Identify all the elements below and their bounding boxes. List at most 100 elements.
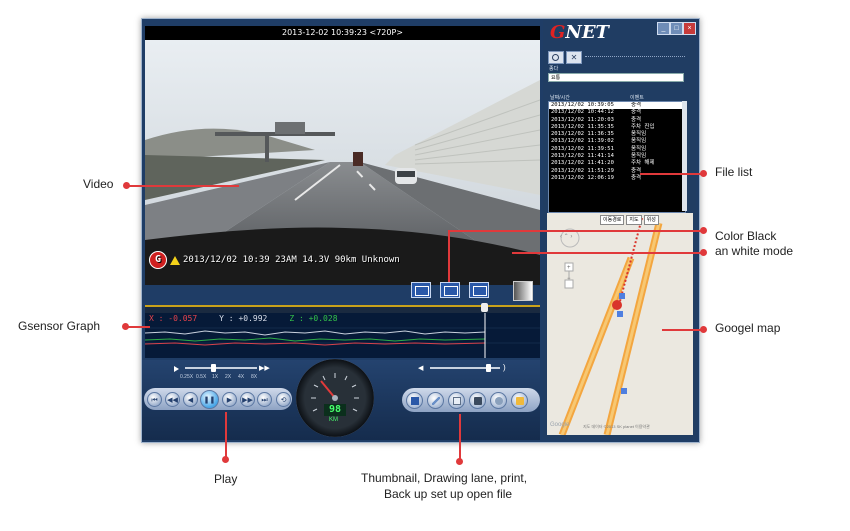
file-row[interactable]: 2013/12/02 11:39:02 움직임 <box>549 138 685 145</box>
lane-icon <box>432 397 440 405</box>
step-back-button[interactable]: ◀ <box>183 392 198 407</box>
brand-logo: GNET <box>550 22 609 43</box>
speed-slider[interactable] <box>185 367 257 369</box>
callout-file-list: File list <box>715 165 753 179</box>
callout-line <box>448 230 704 232</box>
gsensor-y-line <box>145 330 486 336</box>
file-row[interactable]: 2013/12/02 11:35:35 주차 진입 <box>549 124 685 131</box>
toolbar-divider <box>585 56 685 57</box>
backup-button[interactable] <box>469 392 486 409</box>
map-pan-control[interactable]: ‹ ⌃ › <box>560 233 572 240</box>
callout-line <box>459 414 461 459</box>
minimize-button[interactable]: _ <box>657 22 670 35</box>
close-button[interactable]: × <box>683 22 696 35</box>
map-watermark: Google <box>550 422 570 428</box>
callout-video: Video <box>83 177 114 191</box>
map-options: 이동경로 지도 위성 <box>600 215 659 225</box>
previous-button[interactable]: ◀◀ <box>165 392 180 407</box>
open-file-button[interactable] <box>511 392 528 409</box>
speed-needle <box>320 380 336 399</box>
callout-line <box>129 185 239 187</box>
volume-handle[interactable] <box>486 364 491 372</box>
callout-line <box>512 252 704 254</box>
next-button[interactable]: ▶▶ <box>240 392 255 407</box>
delete-tool-button[interactable]: ✕ <box>566 51 582 64</box>
callout-color-mode-line2: an white mode <box>715 244 794 258</box>
print-button[interactable] <box>448 392 465 409</box>
speed-label: 8X <box>251 374 258 380</box>
skip-end-button[interactable]: ⏭ <box>257 392 272 407</box>
play-button[interactable]: ▶ <box>222 392 237 407</box>
search-input[interactable]: 요통 <box>548 73 684 82</box>
color-mode-button[interactable] <box>513 281 533 301</box>
repeat-button[interactable]: ⟲ <box>276 392 291 407</box>
gear-icon <box>495 397 503 405</box>
speed-label: 2X <box>225 374 232 380</box>
gnet-logo-icon: G <box>149 251 167 269</box>
maximize-button[interactable]: □ <box>670 22 683 35</box>
speed-slider-handle[interactable] <box>211 364 216 372</box>
speed-label: 1X <box>212 374 219 380</box>
file-list[interactable]: 2013/12/02 10:39:05 충격 2013/12/02 10:44:1… <box>548 101 686 213</box>
speed-label: 0.25X <box>180 374 194 380</box>
callout-dot <box>700 227 707 234</box>
thumbnail-button[interactable] <box>406 392 423 409</box>
speed-play-icon <box>174 366 179 372</box>
file-row[interactable]: 2013/12/02 11:20:03 충격 <box>549 117 685 124</box>
callout-line <box>662 329 702 331</box>
timeline-handle[interactable] <box>481 303 488 312</box>
file-row[interactable]: 2013/12/02 11:36:35 움직임 <box>549 131 685 138</box>
drawing-lane-button[interactable] <box>427 392 444 409</box>
video-title-bar: 2013-12-02 10:39:23 <720P> <box>145 26 540 40</box>
setup-button[interactable] <box>490 392 507 409</box>
save-icon <box>474 397 482 405</box>
zoom-in-button[interactable]: + <box>567 265 571 271</box>
file-row[interactable]: 2013/12/02 12:06:19 충격 <box>549 175 685 182</box>
column-datetime[interactable]: 날짜/시간 <box>550 94 570 101</box>
file-row[interactable]: 2013/12/02 11:41:20 주차 해제 <box>549 160 685 167</box>
layout-pip-button[interactable] <box>469 282 489 298</box>
file-row[interactable]: 2013/12/02 10:44:12 충격 <box>549 109 685 116</box>
warning-icon <box>170 255 180 265</box>
callout-tools-line1: Thumbnail, Drawing lane, print, <box>361 471 528 485</box>
callout-dot <box>700 249 707 256</box>
callout-line <box>225 412 227 457</box>
callout-line <box>640 173 702 175</box>
satellite-type-button[interactable]: 위성 <box>643 215 659 225</box>
callout-dot <box>222 456 229 463</box>
callout-map: Googel map <box>715 321 781 335</box>
gsensor-z-line <box>145 337 486 342</box>
video-osd: G 2013/12/02 10:39 23AM 14.3V 90km Unkno… <box>149 250 400 270</box>
speedometer: 98 KM <box>296 359 374 437</box>
search-icon <box>552 54 559 61</box>
folder-icon <box>516 397 524 405</box>
map-type-button[interactable]: 지도 <box>626 215 642 225</box>
gsensor-labels: X : -0.057 Y : +0.992 Z : +0.028 <box>149 314 338 323</box>
layout-single-button[interactable] <box>411 282 431 298</box>
layout-dual-button[interactable] <box>440 282 460 298</box>
google-map[interactable] <box>547 213 693 435</box>
video-player[interactable] <box>145 40 540 285</box>
gsensor-z-label: Z : +0.028 <box>289 314 338 323</box>
callout-dot <box>700 326 707 333</box>
callout-line <box>128 326 150 328</box>
skip-start-button[interactable]: ⏮ <box>147 392 162 407</box>
search-tool-button[interactable] <box>548 51 564 64</box>
callout-color-mode-line1: Color Black <box>715 229 777 243</box>
zoom-out-button[interactable]: − <box>567 276 571 282</box>
map-footer: 지도 데이터 ©2013 SK planet 이용약관 <box>583 424 650 429</box>
thumbnail-icon <box>411 397 419 405</box>
volume-icon: ◀ <box>418 365 424 372</box>
speed-unit: KM <box>329 417 338 423</box>
video-frame <box>145 40 540 285</box>
file-list-scrollbar[interactable] <box>682 101 687 211</box>
volume-max-icon: ) <box>503 363 506 372</box>
filter-label: 종다 <box>549 66 559 72</box>
fast-forward-icon: ▶▶ <box>259 365 270 372</box>
pause-button[interactable]: ❚❚ <box>200 390 219 409</box>
column-event[interactable]: 이벤트 <box>630 94 644 101</box>
file-row[interactable]: 2013/12/02 11:41:14 움직임 <box>549 153 685 160</box>
file-row[interactable]: 2013/12/02 10:39:05 충격 <box>549 102 685 110</box>
route-checkbox[interactable]: 이동경로 <box>600 215 625 225</box>
file-row[interactable]: 2013/12/02 11:39:51 움직임 <box>549 146 685 153</box>
